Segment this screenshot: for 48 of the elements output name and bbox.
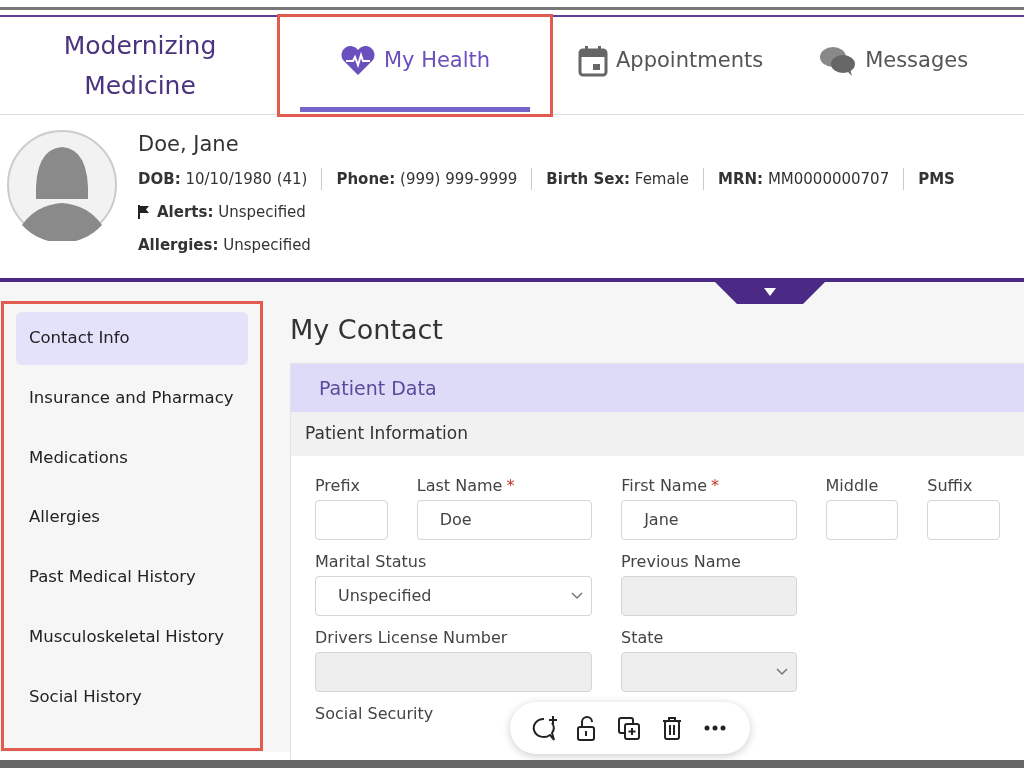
nav-tab[interactable]: My Health (280, 17, 550, 114)
field-label: Middle (825, 474, 879, 497)
dropdown[interactable]: Unspecified (315, 575, 592, 616)
sidebar-item[interactable]: Contact Info (16, 312, 248, 365)
logo: Modernizing Medicine (62, 30, 218, 102)
sidebar-item[interactable]: Insurance and Pharmacy (16, 371, 248, 425)
calendar-icon (578, 44, 608, 77)
chat-bubbles-icon (819, 44, 858, 77)
input-field[interactable] (825, 499, 899, 540)
sidebar-item[interactable]: Social History (16, 670, 248, 724)
chevron-down-icon (571, 591, 583, 600)
patient-detail: Phone: (999) 999-9999 (336, 169, 518, 188)
field-label: Previous Name (621, 550, 741, 573)
nav-tab[interactable]: Messages (805, 17, 983, 114)
heart-pulse-icon (339, 45, 376, 76)
patient-detail: Birth Sex: Female (546, 169, 690, 188)
field-label: Social Security (315, 702, 434, 725)
nav-tab[interactable]: Appointments (564, 17, 778, 114)
field-label: Last Name (416, 474, 503, 497)
patient-detail: DOB: 10/10/1980 (41) (138, 169, 308, 188)
flag-icon (138, 205, 149, 219)
page-title: My Contact (290, 313, 444, 347)
field-label: Suffix (927, 474, 973, 497)
required-marker: * (506, 474, 515, 497)
patient-detail: MRN: MM0000000707 (718, 169, 890, 188)
field-label: Prefix (315, 474, 360, 497)
alerts-info: Alerts: Unspecified (157, 201, 306, 223)
patient-name: Doe, Jane (138, 131, 240, 158)
input-field[interactable] (315, 499, 388, 540)
field-label: First Name (621, 474, 708, 497)
avatar-icon (6, 129, 118, 241)
input-field[interactable] (927, 499, 1001, 540)
field-label: Drivers License Number (315, 626, 508, 649)
sidebar-item[interactable]: Medications (16, 431, 248, 485)
allergies-info: Allergies: Unspecified (138, 235, 311, 254)
required-marker: * (711, 474, 720, 497)
field-label: Marital Status (315, 550, 427, 573)
card-header: Patient Data (291, 363, 1024, 412)
section-header: Patient Information (291, 412, 1024, 456)
input-field[interactable]: Doe (416, 499, 593, 540)
sidebar-item[interactable]: Allergies (16, 491, 248, 544)
patient-detail: PMS (918, 169, 955, 188)
field-label: State (621, 626, 664, 649)
sidebar-item[interactable]: Past Medical History (16, 551, 248, 604)
input-field[interactable]: Jane (621, 499, 797, 540)
sidebar-item[interactable]: Musculoskeletal History (16, 610, 248, 664)
chevron-down-icon (776, 667, 788, 676)
caret-down-icon (764, 288, 776, 296)
